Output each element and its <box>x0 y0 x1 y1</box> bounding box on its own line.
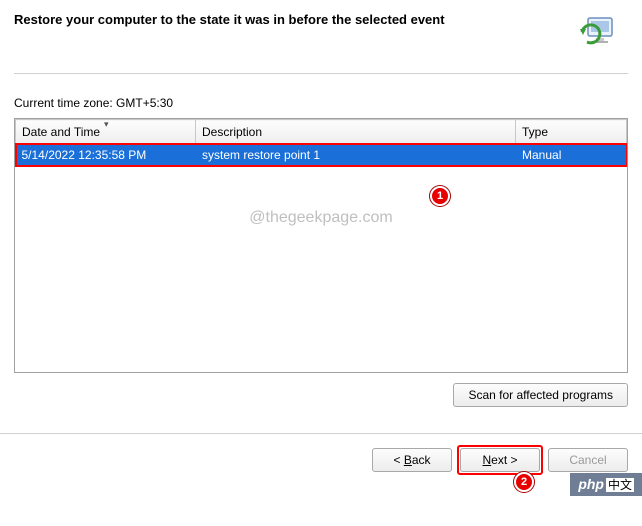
sort-indicator-icon: ▾ <box>104 119 109 130</box>
cell-description: system restore point 1 <box>196 144 516 167</box>
system-restore-icon <box>578 12 622 55</box>
column-header-type-label: Type <box>522 125 548 139</box>
table-row[interactable] <box>16 226 627 246</box>
cell-date: 5/14/2022 12:35:58 PM <box>16 144 196 167</box>
table-row[interactable] <box>16 166 627 186</box>
column-header-date[interactable]: Date and Time ▾ <box>16 120 196 144</box>
table-row[interactable] <box>16 206 627 226</box>
next-button-label: Next > <box>482 453 517 467</box>
next-button[interactable]: Next > <box>460 448 540 472</box>
table-row[interactable] <box>16 186 627 206</box>
column-header-type[interactable]: Type <box>516 120 627 144</box>
timezone-label: Current time zone: GMT+5:30 <box>14 96 628 110</box>
table-row[interactable] <box>16 246 627 266</box>
annotation-badge-2: 2 <box>514 472 534 492</box>
column-header-date-label: Date and Time <box>22 125 100 139</box>
table-row[interactable] <box>16 326 627 346</box>
table-header-row: Date and Time ▾ Description Type <box>16 120 627 144</box>
php-watermark: php中文 <box>570 473 642 496</box>
cancel-button[interactable]: Cancel <box>548 448 628 472</box>
page-title: Restore your computer to the state it wa… <box>14 12 445 27</box>
php-watermark-cn: 中文 <box>606 478 634 492</box>
table-row[interactable] <box>16 286 627 306</box>
column-header-description-label: Description <box>202 125 262 139</box>
table-row[interactable] <box>16 306 627 326</box>
table-row[interactable] <box>16 266 627 286</box>
cancel-button-label: Cancel <box>569 453 606 467</box>
cell-type: Manual <box>516 144 627 167</box>
scan-affected-programs-button[interactable]: Scan for affected programs <box>453 383 628 407</box>
table-row[interactable]: 5/14/2022 12:35:58 PM system restore poi… <box>16 144 627 167</box>
php-watermark-php: php <box>578 476 604 492</box>
wizard-header: Restore your computer to the state it wa… <box>0 0 642 65</box>
back-button-label: < Back <box>393 453 430 467</box>
column-header-description[interactable]: Description <box>196 120 516 144</box>
wizard-footer: < Back Next > Cancel <box>0 434 642 472</box>
restore-points-table[interactable]: Date and Time ▾ Description Type 5/14/20… <box>14 118 628 373</box>
back-button[interactable]: < Back <box>372 448 452 472</box>
scan-button-label: Scan for affected programs <box>468 388 613 402</box>
